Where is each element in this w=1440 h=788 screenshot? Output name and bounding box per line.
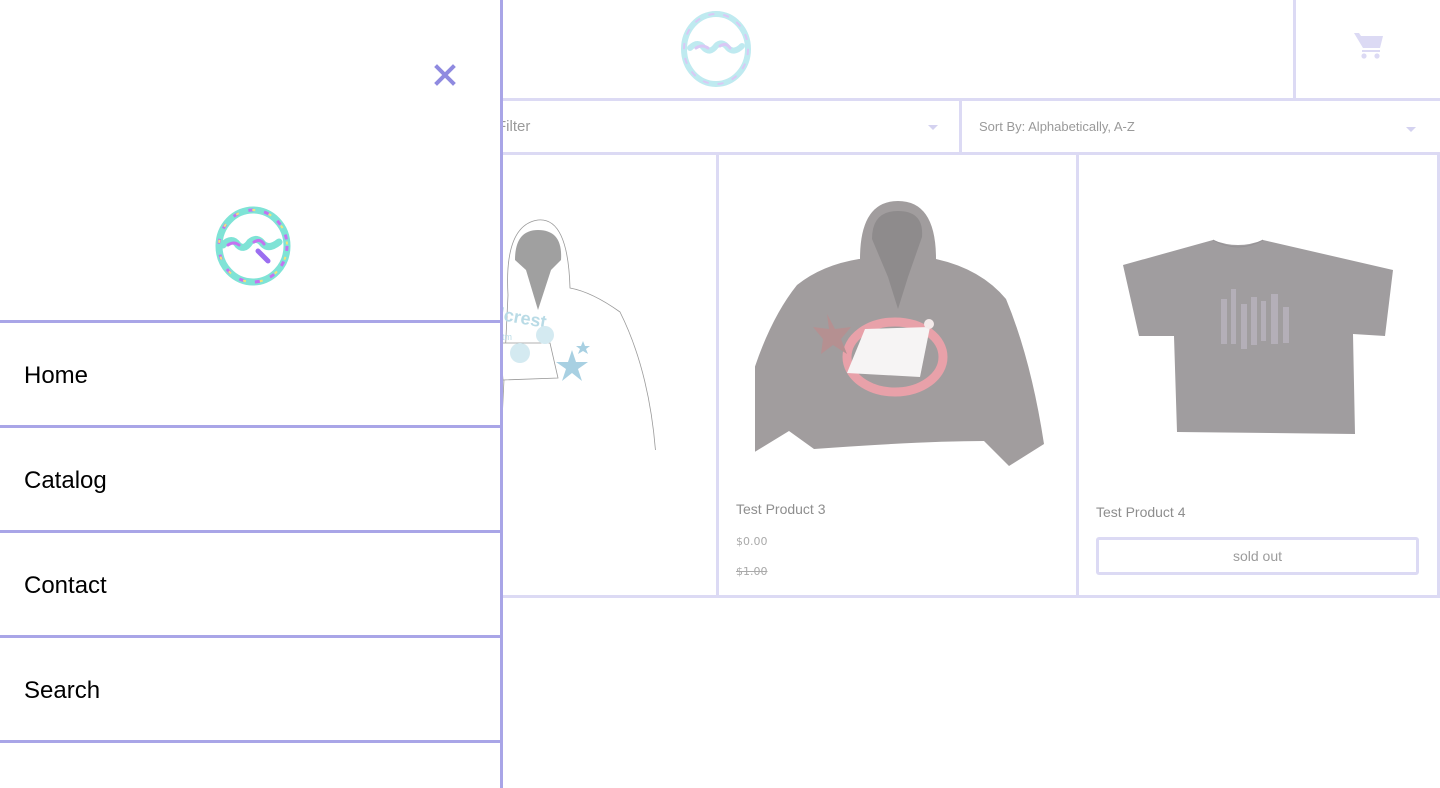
product-image[interactable]: lcrest tm [500, 215, 660, 450]
product-compare-price: $1.00 [736, 565, 768, 578]
cart-button[interactable] [1293, 0, 1440, 98]
product-price: $0.00 [736, 535, 768, 548]
svg-text:tm: tm [502, 332, 512, 342]
sort-select[interactable]: Sort By: Alphabetically, A-Z [962, 101, 1440, 152]
drawer-nav: Home Catalog Contact Search [0, 320, 500, 743]
chevron-down-icon [928, 125, 938, 130]
navigation-drawer: Home Catalog Contact Search [0, 0, 503, 788]
product-card[interactable]: Test Product 4 sold out [1079, 155, 1440, 595]
nav-item-label: Catalog [24, 467, 107, 494]
nav-item-search[interactable]: Search [0, 638, 500, 743]
product-card[interactable]: Test Product 3 $0.00 $1.00 [719, 155, 1079, 595]
product-image[interactable] [1123, 239, 1395, 437]
nav-item-contact[interactable]: Contact [0, 533, 500, 638]
brand-logo-icon[interactable] [680, 10, 752, 88]
product-image[interactable] [755, 199, 1045, 469]
nav-item-home[interactable]: Home [0, 323, 500, 428]
nav-item-label: Contact [24, 572, 107, 599]
sort-label: Sort By: Alphabetically, A-Z [979, 119, 1135, 134]
nav-item-catalog[interactable]: Catalog [0, 428, 500, 533]
nav-item-label: Search [24, 677, 101, 704]
chevron-down-icon [1406, 127, 1416, 132]
sold-out-button[interactable]: sold out [1096, 537, 1419, 575]
product-title[interactable]: Test Product 4 [1096, 504, 1186, 520]
product-title[interactable]: Test Product 3 [736, 501, 826, 517]
close-icon[interactable] [432, 62, 458, 88]
cart-icon [1354, 33, 1383, 59]
brand-logo-icon[interactable] [214, 205, 292, 287]
nav-item-label: Home [24, 362, 89, 389]
